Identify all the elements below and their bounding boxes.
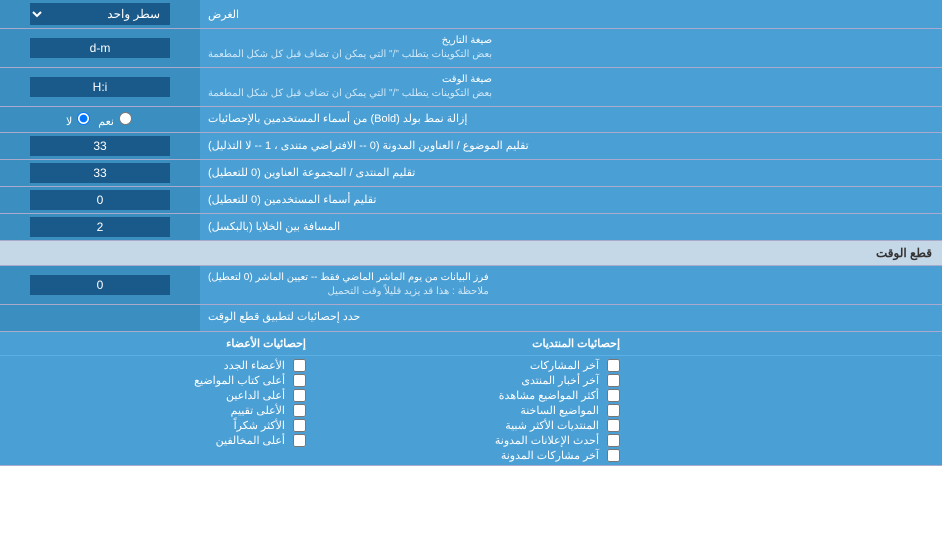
fetch-input-cell[interactable]	[0, 266, 200, 304]
bold-remove-radio-group[interactable]: نعم لا	[66, 112, 134, 128]
stats-apply-cell	[0, 305, 200, 330]
usernames-alignment-input[interactable]	[30, 190, 170, 210]
radio-no[interactable]	[77, 112, 90, 125]
col2-header: إحصائيات الأعضاء	[0, 335, 314, 352]
time-format-input-cell[interactable]	[0, 68, 200, 106]
purpose-label: الغرض	[200, 0, 942, 28]
cb-most-forums[interactable]: المنتديات الأكثر شبية	[322, 418, 620, 433]
radio-yes-label[interactable]: نعم	[98, 112, 134, 128]
cb-last-blog-posts[interactable]: آخر مشاركات المدونة	[322, 448, 620, 463]
gap-cells-input[interactable]	[30, 217, 170, 237]
cb-top-violators[interactable]: أعلى المخالفين	[8, 433, 306, 448]
cb-hot-topics[interactable]: المواضيع الساخنة	[322, 403, 620, 418]
cutoff-section-header: قطع الوقت	[0, 241, 942, 266]
cb-last-posts[interactable]: آخر المشاركات	[322, 358, 620, 373]
forum-alignment-input-cell[interactable]	[0, 160, 200, 186]
cb-latest-announcements-input[interactable]	[607, 434, 620, 447]
cb-top-authors[interactable]: أعلى كتاب المواضيع	[8, 373, 306, 388]
cb-most-thanked[interactable]: الأكثر شكراً	[8, 418, 306, 433]
date-format-label: صيغة التاريخ بعض التكوينات يتطلب "/" الت…	[200, 29, 942, 67]
cb-last-news-input[interactable]	[607, 374, 620, 387]
forum-checkboxes-col: آخر المشاركات آخر أخبار المنتدى أكثر الم…	[314, 358, 628, 463]
cb-top-inviters[interactable]: أعلى الداعين	[8, 388, 306, 403]
cb-top-violators-input[interactable]	[293, 434, 306, 447]
cb-most-viewed-input[interactable]	[607, 389, 620, 402]
time-format-input[interactable]	[30, 77, 170, 97]
topics-alignment-input[interactable]	[30, 136, 170, 156]
fetch-input[interactable]	[30, 275, 170, 295]
bold-remove-radio-cell[interactable]: نعم لا	[0, 107, 200, 132]
usernames-alignment-input-cell[interactable]	[0, 187, 200, 213]
gap-cells-label: المسافة بين الخلايا (بالبكسل)	[200, 214, 942, 240]
cb-top-authors-input[interactable]	[293, 374, 306, 387]
topics-alignment-input-cell[interactable]	[0, 133, 200, 159]
cb-last-news[interactable]: آخر أخبار المنتدى	[322, 373, 620, 388]
radio-no-label[interactable]: لا	[66, 112, 92, 128]
forum-alignment-label: تقليم المنتدى / المجموعة العناوين (0 للت…	[200, 160, 942, 186]
cb-new-members[interactable]: الأعضاء الجدد	[8, 358, 306, 373]
cb-last-blog-posts-input[interactable]	[607, 449, 620, 462]
bold-remove-label: إزالة نمط بولد (Bold) من أسماء المستخدمي…	[200, 107, 942, 132]
member-checkboxes-col: الأعضاء الجدد أعلى كتاب المواضيع أعلى ال…	[0, 358, 314, 463]
cb-hot-topics-input[interactable]	[607, 404, 620, 417]
fetch-label: فرز البيانات من يوم الماشر الماضي فقط --…	[200, 266, 942, 304]
date-format-input-cell[interactable]	[0, 29, 200, 67]
cb-most-viewed[interactable]: أكثر المواضيع مشاهدة	[322, 388, 620, 403]
forum-alignment-input[interactable]	[30, 163, 170, 183]
display-select-cell[interactable]: سطر واحد	[0, 0, 200, 28]
col1-spacer	[628, 335, 942, 352]
cb-latest-announcements[interactable]: أحدث الإعلانات المدونة	[322, 433, 620, 448]
cb-most-forums-input[interactable]	[607, 419, 620, 432]
time-format-label: صيغة الوقت بعض التكوينات يتطلب "/" التي …	[200, 68, 942, 106]
usernames-alignment-label: تقليم أسماء المستخدمين (0 للتعطيل)	[200, 187, 942, 213]
cb-most-thanked-input[interactable]	[293, 419, 306, 432]
display-select[interactable]: سطر واحد	[30, 3, 170, 25]
cb-top-rated-input[interactable]	[293, 404, 306, 417]
gap-cells-input-cell[interactable]	[0, 214, 200, 240]
cb-new-members-input[interactable]	[293, 359, 306, 372]
col1-header: إحصائيات المنتديات	[314, 335, 628, 352]
topics-alignment-label: تقليم الموضوع / العناوين المدونة (0 -- ا…	[200, 133, 942, 159]
radio-yes[interactable]	[119, 112, 132, 125]
cb-top-inviters-input[interactable]	[293, 389, 306, 402]
cb-top-rated[interactable]: الأعلى تقييم	[8, 403, 306, 418]
cb-last-posts-input[interactable]	[607, 359, 620, 372]
stats-apply-label: حدد إحصائيات لتطبيق قطع الوقت	[200, 305, 942, 330]
date-format-input[interactable]	[30, 38, 170, 58]
forum-stats-col	[628, 358, 942, 463]
